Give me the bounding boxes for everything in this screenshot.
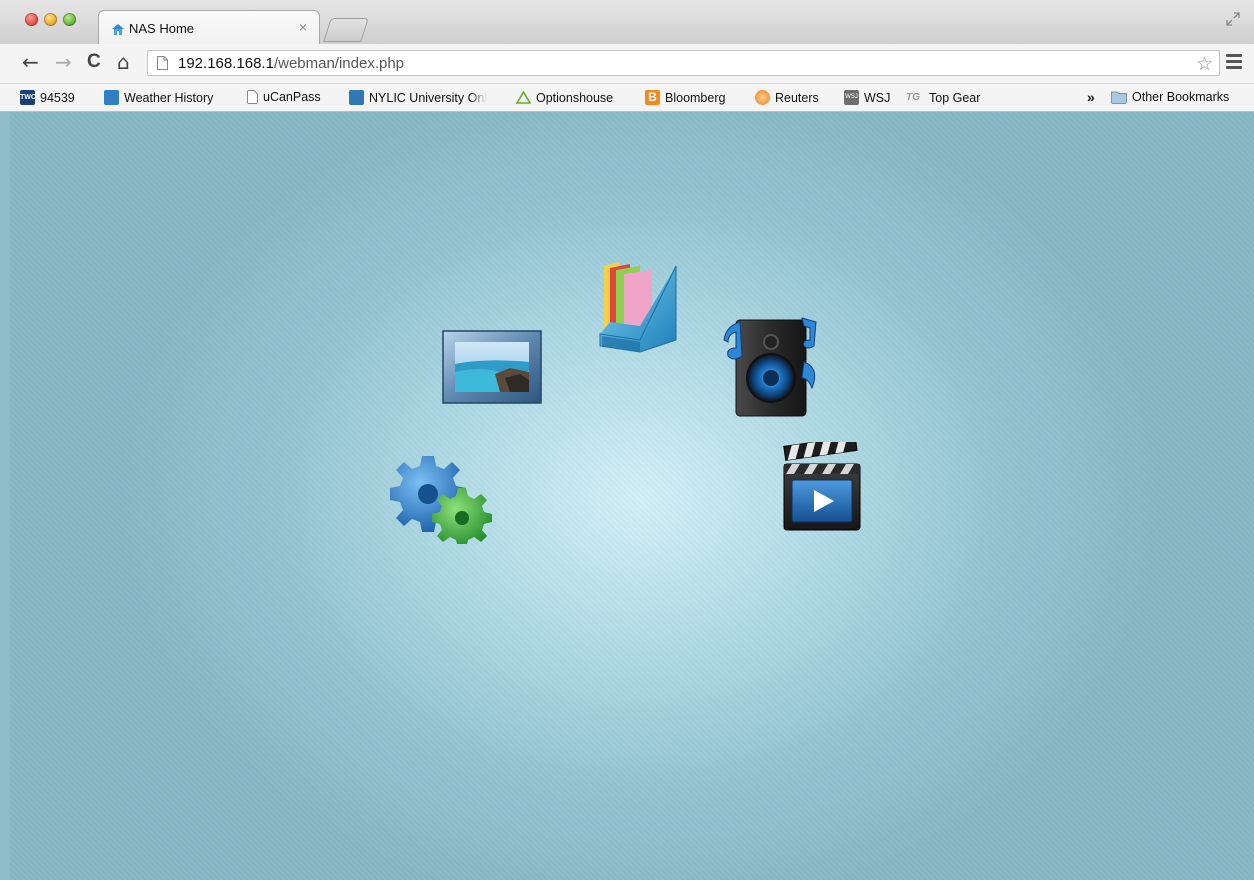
triangle-icon bbox=[516, 90, 531, 104]
bookmark-label: Optionshouse bbox=[536, 90, 614, 105]
other-bookmarks-folder[interactable]: Other Bookmarks bbox=[1111, 90, 1229, 104]
bookmark-nylic[interactable]: NYLIC University Onl bbox=[349, 90, 487, 105]
new-tab-button[interactable] bbox=[323, 18, 369, 42]
home-icon[interactable]: ⌂ bbox=[117, 50, 130, 74]
fullscreen-icon[interactable] bbox=[1226, 12, 1240, 26]
bloomberg-icon: B bbox=[645, 90, 660, 105]
folder-icon bbox=[1111, 91, 1127, 104]
zoom-window-button[interactable] bbox=[63, 13, 76, 26]
bookmark-label: Other Bookmarks bbox=[1132, 90, 1230, 104]
home-favicon-icon bbox=[112, 24, 124, 35]
tab-title: NAS Home bbox=[129, 21, 195, 36]
bookmark-optionshouse[interactable]: Optionshouse bbox=[516, 90, 613, 105]
weather-icon bbox=[104, 90, 119, 105]
bookmark-label: 94539 bbox=[40, 90, 75, 105]
bookmark-label: Reuters bbox=[775, 90, 819, 105]
browser-toolbar: ← → C ⌂ 192.168.168.1/webman/index.php ☆ bbox=[0, 44, 1254, 84]
bookmark-94539[interactable]: TWC 94539 bbox=[20, 90, 75, 105]
address-bar[interactable]: 192.168.168.1/webman/index.php ☆ bbox=[147, 50, 1220, 76]
menu-icon[interactable] bbox=[1226, 54, 1242, 72]
control-panel-icon[interactable] bbox=[388, 452, 496, 544]
url-text: 192.168.168.1/webman/index.php bbox=[178, 55, 404, 72]
minimize-window-button[interactable] bbox=[44, 13, 57, 26]
bookmark-label: WSJ bbox=[864, 90, 891, 105]
topgear-icon: TG bbox=[906, 92, 920, 103]
nylic-icon bbox=[349, 90, 364, 105]
nas-desktop bbox=[0, 112, 1254, 880]
page-icon bbox=[247, 90, 258, 104]
bookmark-wsj[interactable]: WSJ WSJ bbox=[844, 90, 890, 105]
bookmarks-overflow-button[interactable]: » bbox=[1087, 89, 1095, 105]
audio-station-icon[interactable] bbox=[720, 312, 820, 420]
twc-icon: TWC bbox=[20, 90, 36, 105]
reuters-icon bbox=[755, 90, 770, 105]
bookmark-star-icon[interactable]: ☆ bbox=[1196, 53, 1213, 75]
bookmark-label: NYLIC University Onl bbox=[369, 90, 488, 105]
forward-arrow-icon[interactable]: → bbox=[55, 50, 72, 74]
wsj-icon: WSJ bbox=[844, 90, 859, 105]
tab-strip: NAS Home × bbox=[0, 0, 1254, 44]
close-tab-icon[interactable]: × bbox=[299, 19, 307, 35]
file-station-icon[interactable] bbox=[596, 260, 680, 356]
bookmark-label: Top Gear bbox=[929, 90, 981, 105]
url-path: /webman/index.php bbox=[273, 55, 405, 72]
photo-station-icon[interactable] bbox=[440, 328, 544, 406]
close-window-button[interactable] bbox=[25, 13, 38, 26]
bookmark-weather-history[interactable]: Weather History bbox=[104, 90, 213, 105]
bookmark-top-gear[interactable]: TG Top Gear bbox=[906, 90, 980, 105]
url-host: 192.168.168.1 bbox=[178, 55, 274, 72]
page-icon bbox=[157, 56, 168, 70]
bookmark-label: Weather History bbox=[124, 90, 214, 105]
bookmark-bloomberg[interactable]: B Bloomberg bbox=[645, 90, 725, 105]
tab-nas-home[interactable]: NAS Home × bbox=[98, 10, 320, 44]
bookmark-reuters[interactable]: Reuters bbox=[755, 90, 819, 105]
bookmark-label: Bloomberg bbox=[665, 90, 726, 105]
video-station-icon[interactable] bbox=[780, 442, 864, 536]
reload-icon[interactable]: C bbox=[87, 50, 101, 74]
left-edge bbox=[0, 112, 10, 880]
bookmarks-bar: TWC 94539 Weather History uCanPass NYLIC… bbox=[0, 84, 1254, 112]
bookmark-ucanpass[interactable]: uCanPass bbox=[247, 90, 321, 104]
back-arrow-icon[interactable]: ← bbox=[22, 50, 39, 74]
bookmark-label: uCanPass bbox=[263, 90, 321, 104]
